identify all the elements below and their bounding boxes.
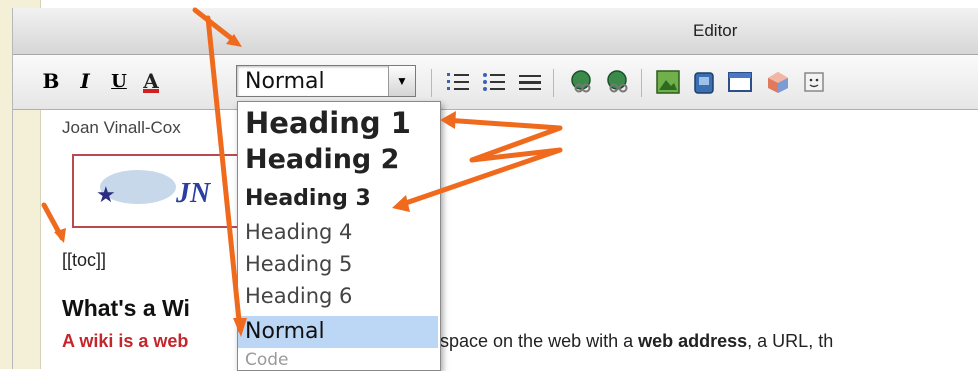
style-option-heading-4[interactable]: Heading 4 [238,220,438,250]
editor-window: Editor B I U A Normal ▼ [12,8,978,369]
toolbar-separator [641,69,642,97]
underline-button[interactable]: U [105,67,133,95]
style-select[interactable]: Normal ▼ [236,65,416,97]
numbered-list-icon[interactable] [445,69,471,95]
style-select-value: Normal [245,69,325,94]
horizontal-rule-icon[interactable] [517,69,543,95]
style-option-heading-5[interactable]: Heading 5 [238,252,438,282]
bold-button[interactable]: B [37,67,65,95]
style-dropdown-list: Heading 1 Heading 2 Heading 3 Heading 4 … [237,101,441,371]
style-option-code[interactable]: Code [238,350,438,370]
style-option-heading-3[interactable]: Heading 3 [238,186,438,216]
toolbar-separator [431,69,432,97]
editor-toolbar: B I U A Normal ▼ [13,55,978,110]
editor-titlebar[interactable]: Editor [13,8,978,55]
table-icon[interactable] [727,69,753,95]
widget-icon[interactable] [765,69,791,95]
emoticon-icon[interactable] [801,69,827,95]
style-option-heading-2[interactable]: Heading 2 [238,144,438,180]
style-option-heading-1[interactable]: Heading 1 [238,106,438,142]
style-option-heading-6[interactable]: Heading 6 [238,284,438,314]
file-icon[interactable] [691,69,717,95]
italic-button[interactable]: I [71,67,99,95]
toolbar-separator [553,69,554,97]
text-color-bar [143,89,159,93]
style-option-normal[interactable]: Normal [238,316,438,348]
text-color-button[interactable]: A [137,67,165,95]
chevron-down-icon[interactable]: ▼ [388,66,415,96]
bulleted-list-icon[interactable] [481,69,507,95]
unlink-icon[interactable] [605,69,631,95]
image-icon[interactable] [655,69,681,95]
window-title: Editor [693,21,738,40]
link-icon[interactable] [569,69,595,95]
